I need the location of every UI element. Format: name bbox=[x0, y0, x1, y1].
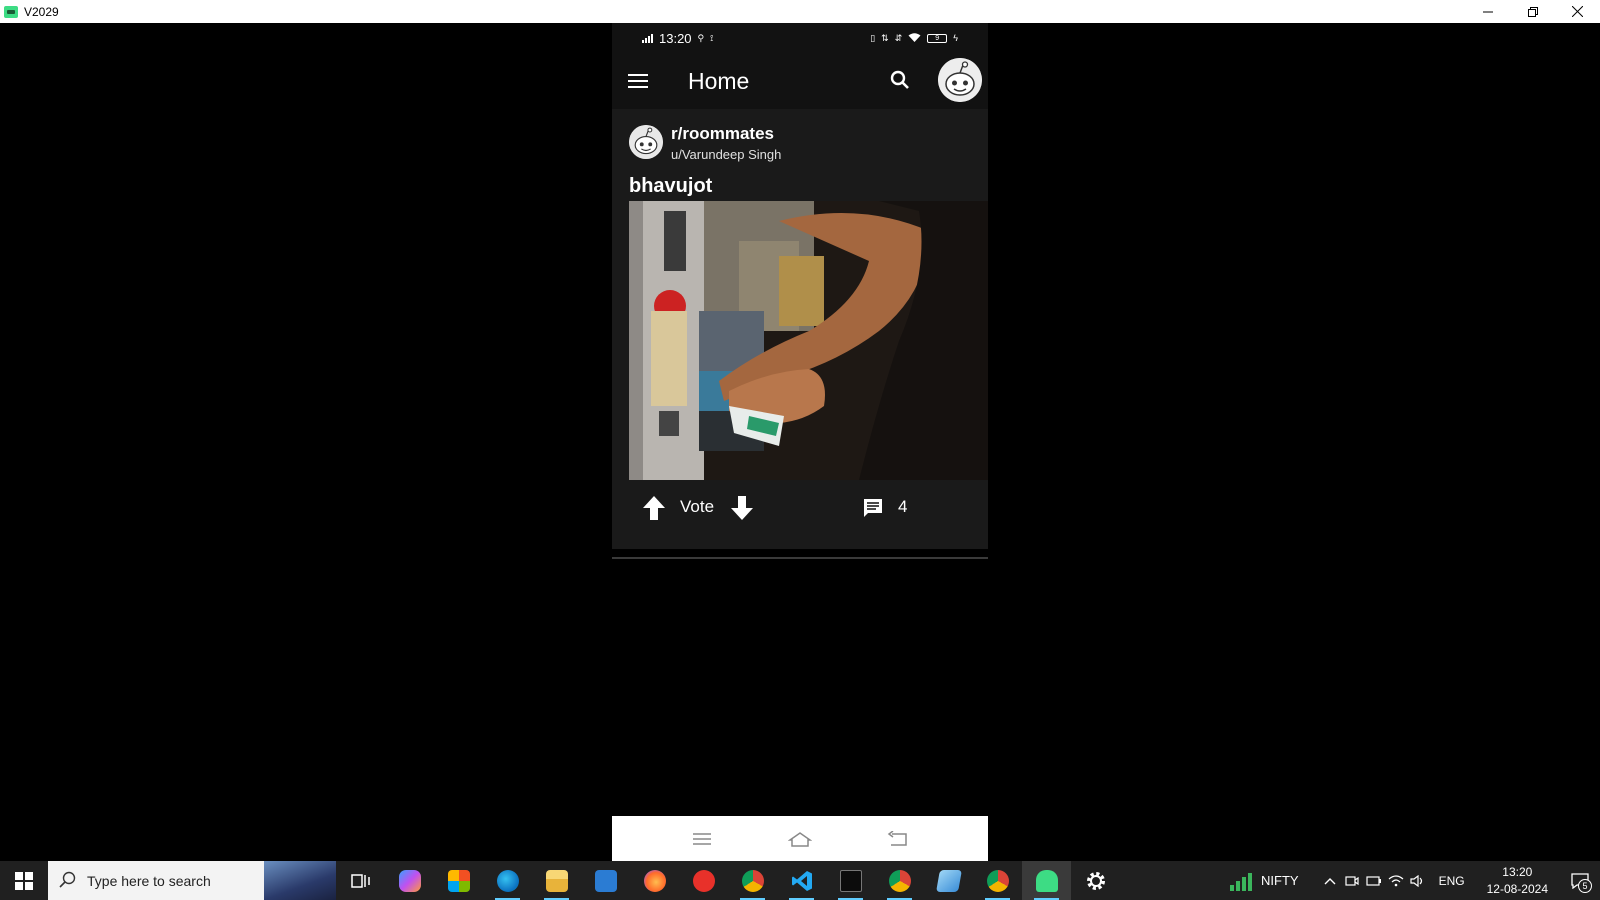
taskbar-search-box[interactable]: Type here to search bbox=[48, 861, 336, 900]
hamburger-menu-icon[interactable] bbox=[628, 69, 652, 93]
taskbar-clock[interactable]: 13:20 12-08-2024 bbox=[1487, 864, 1548, 898]
vote-label: Vote bbox=[680, 497, 715, 516]
notepad-icon[interactable] bbox=[924, 861, 973, 900]
restore-icon[interactable] bbox=[1510, 0, 1555, 23]
user-avatar[interactable] bbox=[938, 58, 982, 102]
search-highlight-image bbox=[264, 861, 336, 900]
signal-icon bbox=[642, 33, 653, 43]
network-speed-icon: ⇅ bbox=[881, 32, 889, 43]
window-titlebar: V2029 bbox=[0, 0, 1600, 23]
post-author[interactable]: u/Varundeep Singh bbox=[671, 147, 781, 162]
microsoft-store-icon[interactable] bbox=[434, 861, 483, 900]
feed-divider bbox=[612, 557, 988, 559]
battery-tray-icon[interactable] bbox=[1363, 861, 1385, 900]
comment-icon[interactable] bbox=[862, 497, 884, 519]
back-nav-icon[interactable] bbox=[883, 827, 913, 851]
window-controls bbox=[1465, 0, 1600, 23]
window-title: V2029 bbox=[24, 4, 59, 19]
post-actions: Vote 4 bbox=[612, 480, 988, 540]
edge-icon[interactable] bbox=[483, 861, 532, 900]
subreddit-name[interactable]: r/roommates bbox=[671, 124, 774, 144]
comment-count: 4 bbox=[898, 497, 908, 516]
home-nav-icon[interactable] bbox=[785, 827, 815, 851]
search-icon[interactable] bbox=[888, 68, 912, 92]
clock-date: 12-08-2024 bbox=[1486, 881, 1548, 896]
notification-badge: 5 bbox=[1578, 879, 1592, 893]
windows-taskbar: Type here to search NIFTY ENG 13:20 12-0… bbox=[0, 861, 1600, 900]
settings-gear-icon[interactable] bbox=[1071, 861, 1120, 900]
close-icon[interactable] bbox=[1555, 0, 1600, 23]
chrome-icon[interactable] bbox=[875, 861, 924, 900]
nifty-widget[interactable]: NIFTY bbox=[1229, 871, 1299, 891]
downvote-arrow-icon[interactable] bbox=[730, 494, 754, 522]
firefox-icon[interactable] bbox=[630, 861, 679, 900]
task-view-icon[interactable] bbox=[336, 861, 385, 900]
charging-icon: ϟ bbox=[953, 33, 958, 43]
chevron-up-icon[interactable] bbox=[1319, 861, 1341, 900]
page-title: Home bbox=[688, 67, 750, 94]
chrome-profile-app-icon[interactable] bbox=[728, 861, 777, 900]
search-placeholder: Type here to search bbox=[87, 872, 211, 889]
volume-icon[interactable] bbox=[1407, 861, 1429, 900]
recents-icon[interactable] bbox=[687, 827, 717, 851]
language-indicator[interactable]: ENG bbox=[1439, 874, 1465, 888]
nifty-label: NIFTY bbox=[1261, 873, 1299, 888]
minimize-icon[interactable] bbox=[1465, 0, 1510, 23]
battery-icon: 9 bbox=[927, 33, 948, 43]
windows-start-icon[interactable] bbox=[0, 861, 48, 900]
terminal-icon[interactable] bbox=[826, 861, 875, 900]
upvote-arrow-icon[interactable] bbox=[642, 494, 666, 522]
android-navigation-bar bbox=[612, 816, 988, 861]
usb-icon: ⚲ bbox=[697, 32, 705, 43]
wifi-tray-icon[interactable] bbox=[1385, 861, 1407, 900]
wifi-icon bbox=[908, 33, 921, 42]
vscode-icon[interactable] bbox=[777, 861, 826, 900]
post-title[interactable]: bhavujot bbox=[629, 175, 712, 198]
camera-icon[interactable] bbox=[1341, 861, 1363, 900]
status-time: 13:20 bbox=[659, 30, 692, 46]
copilot-icon[interactable] bbox=[385, 861, 434, 900]
android-emulator-icon[interactable] bbox=[1022, 861, 1071, 900]
clock-time: 13:20 bbox=[1502, 864, 1533, 879]
subreddit-avatar[interactable] bbox=[629, 125, 663, 159]
file-explorer-icon[interactable] bbox=[532, 861, 581, 900]
taskbar-apps bbox=[336, 861, 1120, 900]
stock-chart-icon bbox=[1230, 872, 1253, 891]
wps-office-icon[interactable] bbox=[679, 861, 728, 900]
post-card[interactable]: r/roommates u/Varundeep Singh bhavujot V… bbox=[612, 109, 988, 549]
vibrate-icon: ⟟ bbox=[710, 32, 714, 43]
emulator-app-icon bbox=[4, 5, 18, 18]
mail-icon[interactable] bbox=[581, 861, 630, 900]
phone-screen: 13:20 ⚲ ⟟ ▯ ⇅ ⇵ 9 ϟ Home r/roommates u/V… bbox=[612, 23, 988, 861]
chrome-alt-profile-icon[interactable] bbox=[973, 861, 1022, 900]
vibrate-mode-icon: ▯ bbox=[870, 32, 876, 43]
status-bar: 13:20 ⚲ ⟟ ▯ ⇅ ⇵ 9 ϟ bbox=[612, 23, 988, 53]
data-icon: ⇵ bbox=[894, 32, 903, 43]
app-bar: Home bbox=[612, 53, 988, 109]
post-image[interactable] bbox=[629, 201, 988, 480]
notification-center-icon[interactable]: 5 bbox=[1560, 861, 1600, 900]
search-magnifier-icon bbox=[59, 871, 76, 888]
system-tray: NIFTY ENG 13:20 12-08-2024 5 bbox=[1229, 861, 1600, 900]
